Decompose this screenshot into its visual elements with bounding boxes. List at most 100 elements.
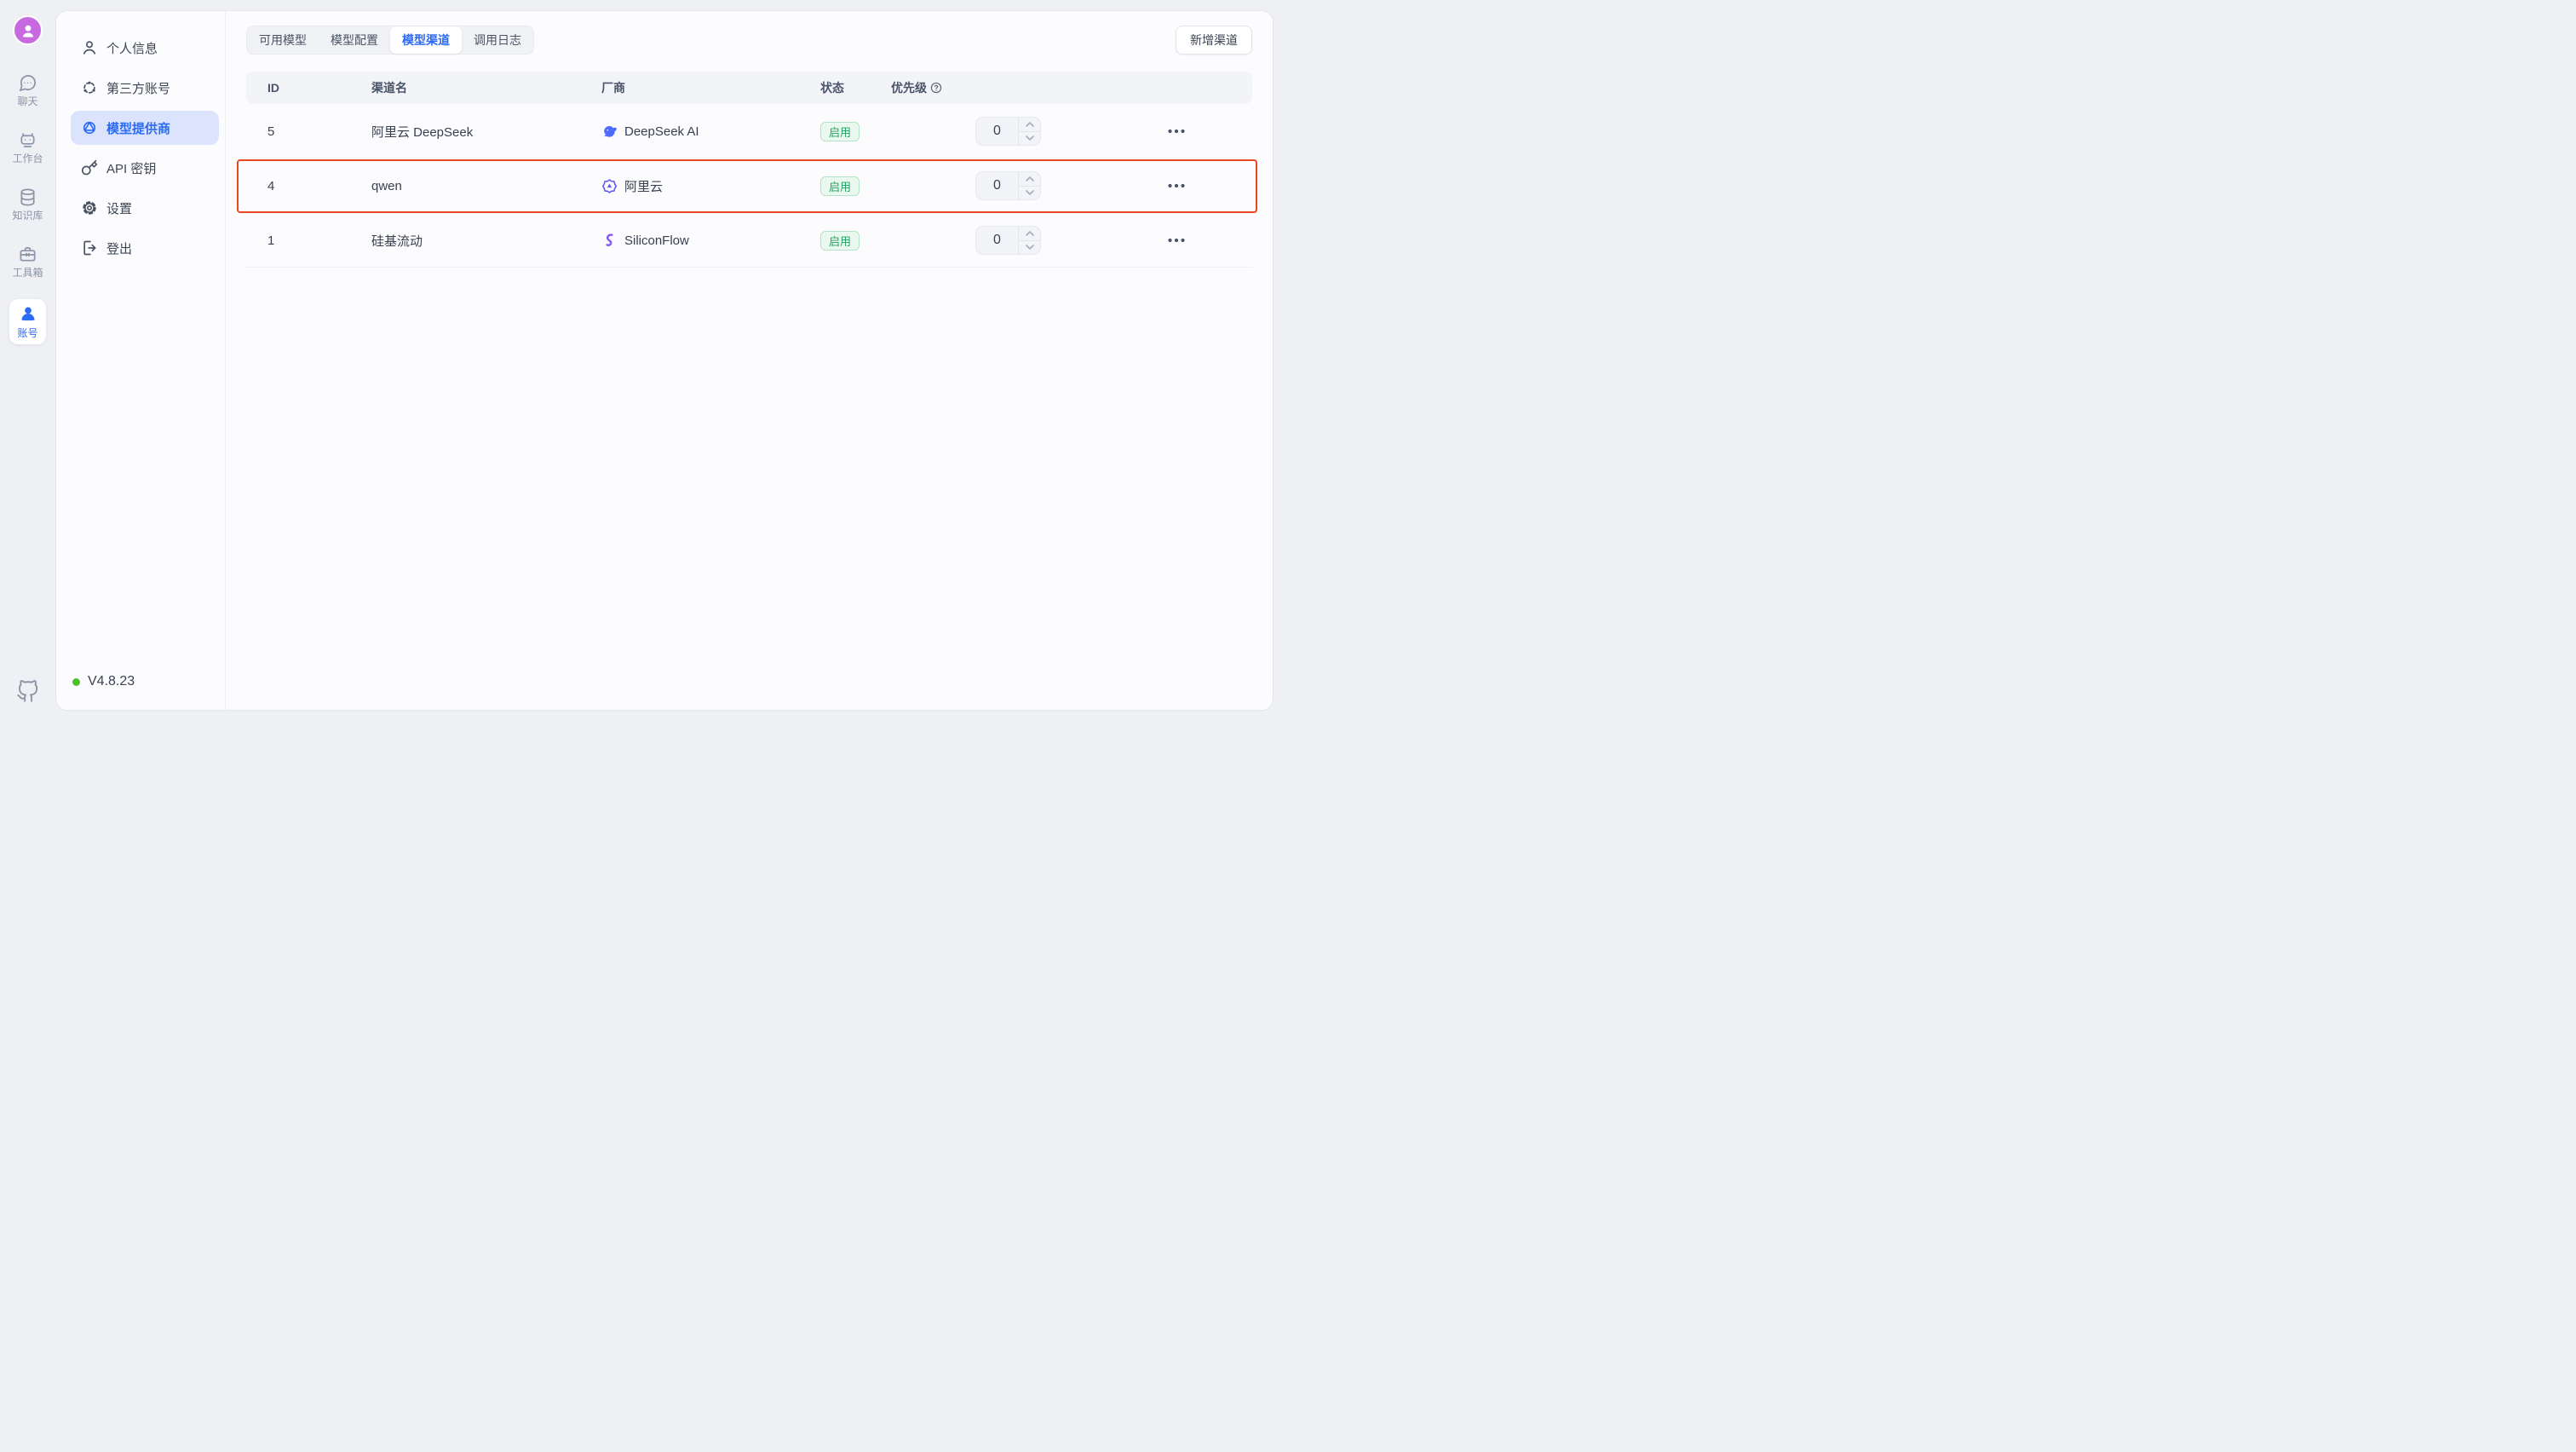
cell-vendor: DeepSeek AI — [601, 104, 699, 158]
main-content: 可用模型 模型配置 模型渠道 调用日志 新增渠道 ID 渠道名 厂商 状态 优先 — [226, 11, 1273, 710]
stepper-up-button[interactable] — [1019, 118, 1040, 132]
cell-priority: 0 — [975, 213, 1041, 268]
vendor-label: DeepSeek AI — [624, 124, 699, 139]
chat-bubble-icon — [18, 73, 37, 93]
cell-channel-name: 阿里云 DeepSeek — [371, 104, 473, 158]
row-actions-button[interactable] — [1164, 213, 1188, 268]
chevron-up-icon — [1026, 231, 1034, 236]
rail-item-label: 聊天 — [17, 96, 37, 107]
chevron-down-icon — [1026, 135, 1034, 141]
stepper-down-button[interactable] — [1019, 132, 1040, 146]
ellipsis-icon — [1167, 238, 1186, 243]
tab-label: 模型渠道 — [402, 32, 450, 49]
rail-item-toolbox[interactable]: 工具箱 — [0, 245, 55, 278]
tab-model-config[interactable]: 模型配置 — [319, 26, 390, 54]
app-version: V4.8.23 — [72, 674, 135, 689]
add-channel-button[interactable]: 新增渠道 — [1176, 26, 1252, 55]
ellipsis-icon — [1167, 129, 1186, 134]
sidebar-item-label: 模型提供商 — [106, 119, 170, 137]
tab-call-logs[interactable]: 调用日志 — [462, 26, 533, 54]
cell-id: 1 — [267, 213, 274, 268]
priority-stepper: 0 — [975, 171, 1041, 200]
sidebar-item-api-keys[interactable]: API 密钥 — [71, 151, 219, 185]
cell-priority: 0 — [975, 104, 1041, 158]
sidebar-menu: 个人信息 第三方账号 — [56, 11, 225, 265]
question-circle-icon[interactable] — [930, 82, 942, 94]
tab-label: 调用日志 — [474, 32, 521, 49]
priority-header-label: 优先级 — [891, 79, 927, 96]
rail-item-workbench[interactable]: 工作台 — [0, 130, 55, 164]
stepper-down-button[interactable] — [1019, 187, 1040, 200]
sidebar-item-third-party-accounts[interactable]: 第三方账号 — [71, 71, 219, 105]
version-label: V4.8.23 — [88, 674, 135, 689]
gear-icon — [81, 199, 98, 216]
cell-id: 4 — [267, 158, 274, 213]
add-channel-label: 新增渠道 — [1190, 32, 1238, 49]
tab-available-models[interactable]: 可用模型 — [247, 26, 319, 54]
sidebar-item-model-providers[interactable]: 模型提供商 — [71, 111, 219, 145]
cell-vendor: 阿里云 — [601, 158, 663, 213]
toolbox-icon — [18, 245, 37, 264]
priority-input[interactable]: 0 — [976, 227, 1018, 254]
channels-table: ID 渠道名 厂商 状态 优先级 5 — [246, 72, 1252, 268]
column-header-status: 状态 — [820, 72, 844, 104]
cell-priority: 0 — [975, 158, 1041, 213]
table-header: ID 渠道名 厂商 状态 优先级 — [246, 72, 1252, 104]
model-sphere-icon — [81, 119, 98, 136]
stepper-down-button[interactable] — [1019, 241, 1040, 255]
logout-icon — [81, 239, 98, 256]
priority-stepper: 0 — [975, 117, 1041, 146]
cell-channel-name: 硅基流动 — [371, 213, 423, 268]
stepper-up-button[interactable] — [1019, 172, 1040, 187]
sidebar-item-settings[interactable]: 设置 — [71, 191, 219, 225]
table-row: 5 阿里云 DeepSeek DeepSeek AI 启用 — [246, 104, 1252, 158]
sidebar-item-personal-info[interactable]: 个人信息 — [71, 31, 219, 65]
chevron-down-icon — [1026, 245, 1034, 250]
column-header-channel-name: 渠道名 — [371, 72, 407, 104]
priority-input[interactable]: 0 — [976, 172, 1018, 199]
rail-item-label: 工具箱 — [12, 268, 43, 278]
rail-item-account[interactable]: 账号 — [9, 299, 46, 344]
github-link[interactable] — [16, 680, 39, 703]
key-icon — [81, 159, 98, 176]
sidebar-item-label: 登出 — [106, 239, 132, 257]
user-avatar[interactable] — [13, 15, 43, 45]
tab-bar: 可用模型 模型配置 模型渠道 调用日志 — [246, 26, 534, 55]
cell-status: 启用 — [820, 158, 860, 213]
priority-input[interactable]: 0 — [976, 118, 1018, 145]
sidebar-item-logout[interactable]: 登出 — [71, 231, 219, 265]
priority-stepper: 0 — [975, 226, 1041, 255]
account-sidebar: 个人信息 第三方账号 — [56, 11, 226, 710]
share-network-icon — [81, 79, 98, 96]
column-header-vendor: 厂商 — [601, 72, 625, 104]
cell-status: 启用 — [820, 104, 860, 158]
ellipsis-icon — [1167, 183, 1186, 188]
account-panel: 个人信息 第三方账号 — [55, 10, 1274, 711]
github-icon — [16, 680, 39, 703]
robot-icon — [18, 130, 37, 150]
user-icon — [20, 22, 37, 39]
column-header-priority: 优先级 — [891, 72, 942, 104]
user-outline-icon — [81, 39, 98, 56]
stepper-up-button[interactable] — [1019, 227, 1040, 241]
vendor-label: 阿里云 — [624, 177, 663, 195]
tab-label: 模型配置 — [331, 32, 378, 49]
sidebar-item-label: 个人信息 — [106, 39, 158, 57]
status-dot-icon — [72, 678, 80, 686]
status-badge: 启用 — [820, 231, 860, 251]
database-icon — [18, 187, 37, 207]
sidebar-item-label: API 密钥 — [106, 159, 156, 177]
rail-item-chat[interactable]: 聊天 — [0, 73, 55, 107]
row-actions-button[interactable] — [1164, 158, 1188, 213]
vendor-label: SiliconFlow — [624, 233, 689, 248]
left-rail: 聊天 工作台 知识库 — [0, 0, 55, 726]
status-badge: 启用 — [820, 176, 860, 196]
chevron-up-icon — [1026, 122, 1034, 127]
status-badge: 启用 — [820, 122, 860, 141]
sidebar-item-label: 第三方账号 — [106, 79, 170, 97]
cell-channel-name: qwen — [371, 158, 402, 213]
tab-model-channels[interactable]: 模型渠道 — [390, 26, 462, 54]
rail-item-knowledge-base[interactable]: 知识库 — [0, 187, 55, 221]
row-actions-button[interactable] — [1164, 104, 1188, 158]
cell-status: 启用 — [820, 213, 860, 268]
